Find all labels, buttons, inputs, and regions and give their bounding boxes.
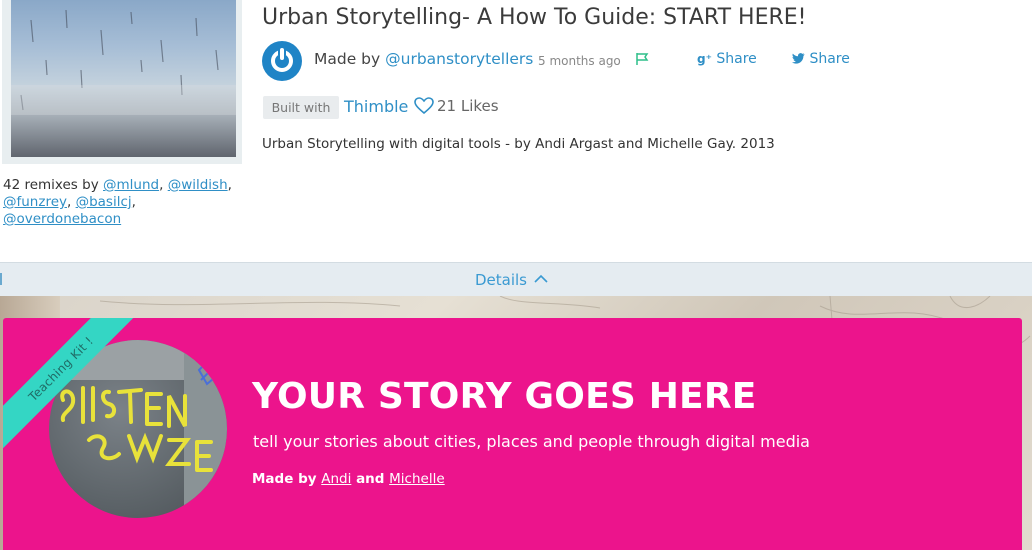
left-edge-marker: [0, 273, 3, 285]
heart-icon[interactable]: [414, 97, 434, 119]
hero-author-link[interactable]: Andi: [321, 471, 351, 487]
likes-count: 21 Likes: [437, 97, 499, 115]
teaching-kit-hero: Teaching Kit ! YOUR STORY GOES HERE tell…: [3, 318, 1022, 550]
details-toggle-bar[interactable]: Details: [0, 262, 1032, 296]
built-with-badge: Built with: [263, 96, 339, 119]
remix-user-link[interactable]: @wildish: [168, 177, 228, 193]
hero-made-by: Made by Andi and Michelle: [252, 471, 445, 487]
timestamp: 5 months ago: [538, 54, 621, 68]
remix-user-link[interactable]: @basilcj: [76, 194, 132, 210]
project-thumbnail[interactable]: [11, 0, 236, 157]
remix-user-link[interactable]: @overdonebacon: [3, 211, 121, 227]
hero-title: YOUR STORY GOES HERE: [252, 376, 757, 417]
google-plus-icon: g⁺: [697, 52, 712, 66]
project-description: Urban Storytelling with digital tools - …: [262, 136, 775, 152]
tool-link[interactable]: Thimble: [344, 97, 408, 116]
ribbon-container: Teaching Kit !: [3, 318, 143, 458]
hero-made-by-prefix: Made by: [252, 471, 317, 487]
hero-author-link[interactable]: Michelle: [389, 471, 445, 487]
remix-user-link[interactable]: @funzrey: [3, 194, 67, 210]
hero-and: and: [356, 471, 385, 487]
twitter-share-button[interactable]: Share: [792, 51, 850, 67]
chevron-up-icon[interactable]: [534, 274, 548, 283]
remix-count: 42 remixes by: [3, 177, 99, 193]
teaching-kit-ribbon: Teaching Kit !: [3, 318, 143, 451]
details-toggle-label[interactable]: Details: [475, 271, 527, 289]
project-header: 42 remixes by @mlund, @wildish, @funzrey…: [0, 0, 1032, 262]
twitter-icon: [792, 53, 805, 64]
project-title: Urban Storytelling- A How To Guide: STAR…: [262, 5, 807, 30]
made-by-line: Made by @urbanstorytellers: [314, 50, 533, 68]
author-link[interactable]: @urbanstorytellers: [385, 50, 533, 68]
google-share-label: Share: [716, 51, 757, 67]
project-thumbnail-frame: [2, 0, 242, 164]
twitter-share-label: Share: [809, 51, 850, 67]
remix-list: 42 remixes by @mlund, @wildish, @funzrey…: [3, 177, 232, 227]
flag-icon[interactable]: [635, 52, 649, 70]
hero-subtitle: tell your stories about cities, places a…: [253, 432, 810, 451]
made-by-prefix: Made by: [314, 50, 381, 68]
google-share-button[interactable]: g⁺ Share: [697, 51, 757, 67]
power-icon[interactable]: [262, 41, 302, 81]
remix-user-link[interactable]: @mlund: [103, 177, 159, 193]
